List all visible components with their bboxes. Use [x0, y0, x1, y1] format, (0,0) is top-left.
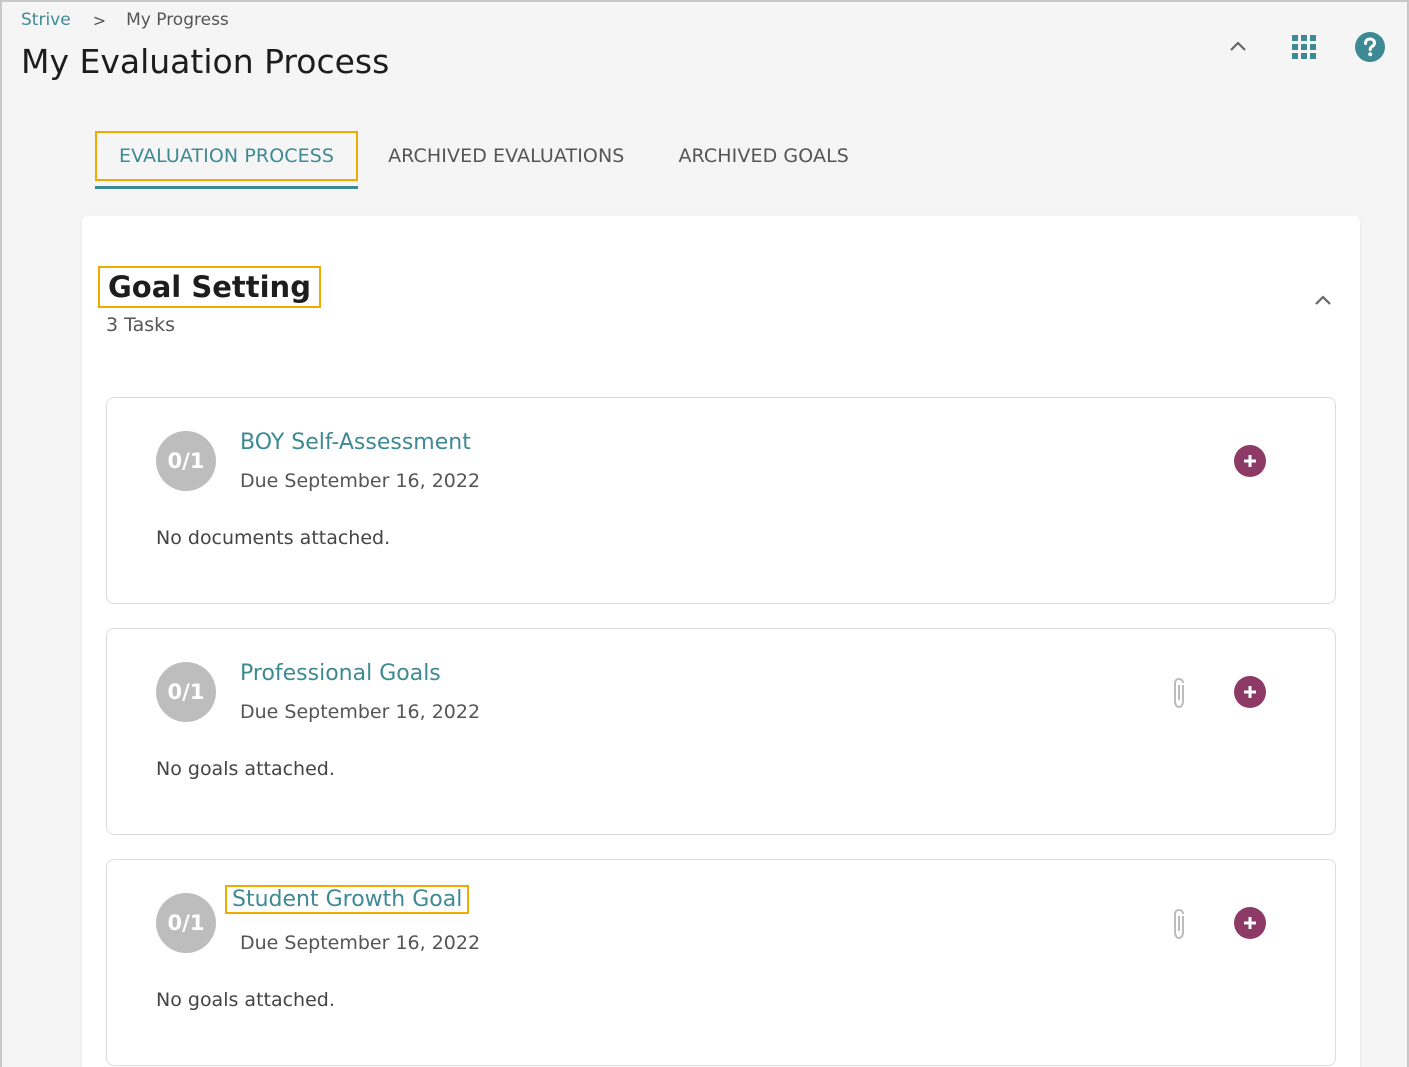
task-card: 0/1 Professional Goals Due September 16,… — [106, 628, 1336, 835]
tab-bar: EVALUATION PROCESS ARCHIVED EVALUATIONS … — [95, 131, 873, 189]
apps-grid-icon — [1292, 35, 1316, 59]
task-attachment-note: No documents attached. — [156, 527, 391, 549]
task-card: 0/1 Student Growth Goal Due September 16… — [106, 859, 1336, 1066]
goal-setting-panel: Goal Setting 3 Tasks 0/1 BOY Self-Assess… — [82, 216, 1360, 1067]
apps-menu-button[interactable] — [1287, 30, 1321, 64]
breadcrumb-root-link[interactable]: Strive — [21, 10, 71, 30]
help-button[interactable] — [1353, 30, 1387, 64]
tab-archived-evaluations[interactable]: ARCHIVED EVALUATIONS — [364, 131, 648, 181]
plus-icon — [1244, 917, 1256, 929]
tab-archived-goals[interactable]: ARCHIVED GOALS — [654, 131, 872, 181]
header-toolbar — [1221, 30, 1387, 64]
progress-indicator: 0/1 — [156, 431, 216, 491]
task-attachment-note: No goals attached. — [156, 989, 335, 1011]
progress-indicator: 0/1 — [156, 662, 216, 722]
chevron-up-icon — [1230, 41, 1246, 51]
attachment-button[interactable] — [1164, 904, 1194, 944]
add-button[interactable] — [1234, 676, 1266, 708]
section-title: Goal Setting — [98, 266, 321, 308]
breadcrumb-current: My Progress — [126, 10, 229, 30]
breadcrumb-separator: > — [92, 10, 107, 30]
add-button[interactable] — [1234, 907, 1266, 939]
collapse-header-button[interactable] — [1221, 30, 1255, 64]
tab-evaluation-process[interactable]: EVALUATION PROCESS — [95, 131, 359, 189]
plus-icon — [1244, 455, 1256, 467]
page-title: My Evaluation Process — [21, 42, 390, 81]
attachment-button[interactable] — [1164, 673, 1194, 713]
add-button[interactable] — [1234, 445, 1266, 477]
paperclip-icon — [1174, 677, 1184, 709]
breadcrumb: Strive > My Progress — [21, 10, 229, 30]
chevron-up-icon — [1315, 295, 1331, 305]
task-title-link[interactable]: Professional Goals — [240, 661, 441, 686]
task-card: 0/1 BOY Self-Assessment Due September 16… — [106, 397, 1336, 604]
help-icon — [1355, 32, 1385, 62]
task-due-date: Due September 16, 2022 — [240, 701, 481, 723]
section-task-count: 3 Tasks — [106, 314, 176, 336]
progress-indicator: 0/1 — [156, 893, 216, 953]
task-attachment-note: No goals attached. — [156, 758, 335, 780]
task-due-date: Due September 16, 2022 — [240, 470, 481, 492]
task-due-date: Due September 16, 2022 — [240, 932, 481, 954]
paperclip-icon — [1174, 908, 1184, 940]
task-title-link[interactable]: Student Growth Goal — [225, 885, 470, 914]
collapse-section-button[interactable] — [1306, 284, 1340, 318]
task-title-link[interactable]: BOY Self-Assessment — [240, 430, 471, 455]
plus-icon — [1244, 686, 1256, 698]
